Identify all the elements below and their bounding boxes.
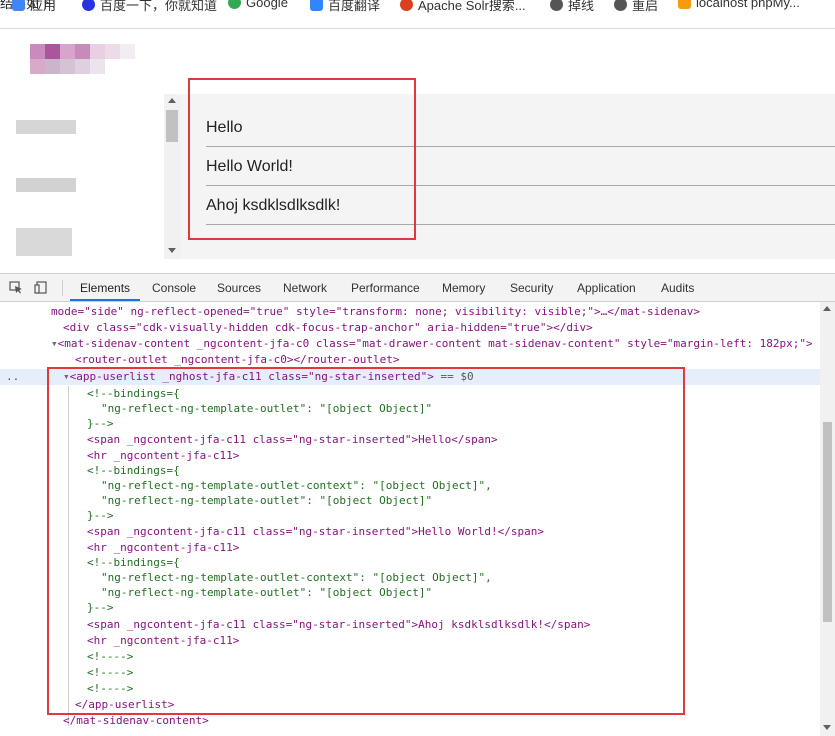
scroll-thumb[interactable]	[166, 110, 178, 142]
apps-icon	[12, 0, 25, 11]
globe-icon	[614, 0, 627, 11]
google-icon	[228, 0, 241, 9]
bookmark-baidu-translate[interactable]: 百度翻译	[310, 0, 380, 14]
bookmark-solr[interactable]: Apache Solr搜索...	[400, 0, 526, 14]
sidebar-item-blurred[interactable]	[16, 178, 76, 192]
devtools-tabbar: Elements Console Sources Network Perform…	[0, 274, 835, 302]
tab-elements[interactable]: Elements	[80, 281, 130, 295]
content-scrollbar[interactable]	[164, 94, 181, 259]
active-tab-indicator	[70, 299, 140, 301]
elements-scrollbar[interactable]	[820, 302, 835, 736]
scroll-down-icon[interactable]	[168, 248, 176, 253]
bookmark-baidu[interactable]: 百度一下，你就知道	[82, 0, 217, 14]
app-logo	[30, 44, 136, 76]
globe-icon	[550, 0, 563, 11]
dom-node-line[interactable]: <router-outlet _ngcontent-jfa-c0></route…	[75, 352, 400, 367]
highlight-box-view	[188, 78, 416, 240]
selected-row-marker: ..	[6, 370, 20, 383]
dom-node-line[interactable]: </mat-sidenav-content>	[63, 713, 209, 728]
solr-icon	[400, 0, 413, 11]
tab-audits[interactable]: Audits	[661, 281, 694, 295]
dom-node-line[interactable]: <div class="cdk-visually-hidden cdk-focu…	[63, 320, 593, 335]
baidu-icon	[82, 0, 95, 11]
tab-application[interactable]: Application	[577, 281, 636, 295]
sidebar-item-blurred[interactable]	[16, 228, 72, 256]
highlight-box-dom	[47, 367, 685, 715]
tab-performance[interactable]: Performance	[351, 281, 420, 295]
bookmarks-bar: 结果如下: 应用 百度一下，你就知道 Google 百度翻译 Apache So…	[0, 0, 835, 22]
sidebar-item-blurred[interactable]	[16, 120, 76, 134]
divider	[0, 28, 835, 29]
tab-console[interactable]: Console	[152, 281, 196, 295]
scroll-up-icon[interactable]	[168, 98, 176, 103]
tab-separator	[62, 280, 63, 296]
scroll-down-icon[interactable]	[823, 725, 831, 730]
scroll-thumb[interactable]	[823, 422, 832, 622]
dom-node-line[interactable]: mode="side" ng-reflect-opened="true" sty…	[51, 304, 700, 319]
inspect-element-icon[interactable]	[9, 281, 23, 294]
tab-security[interactable]: Security	[510, 281, 553, 295]
baidu-translate-icon	[310, 0, 323, 11]
scroll-up-icon[interactable]	[823, 306, 831, 311]
bookmark-phpmyadmin[interactable]: localhost phpMy...	[678, 0, 800, 10]
bookmark-google[interactable]: Google	[228, 0, 288, 10]
expand-arrow-icon[interactable]: ▾	[51, 337, 58, 350]
tab-network[interactable]: Network	[283, 281, 327, 295]
phpmyadmin-icon	[678, 0, 691, 9]
bookmark-apps[interactable]: 应用	[12, 0, 56, 14]
bookmark-diaoxian[interactable]: 掉线	[550, 0, 594, 14]
dom-node-line[interactable]: ▾<mat-sidenav-content _ngcontent-jfa-c0 …	[51, 336, 813, 351]
bookmark-chongqi[interactable]: 重启	[614, 0, 658, 14]
device-toolbar-icon[interactable]	[34, 281, 48, 294]
tab-memory[interactable]: Memory	[442, 281, 485, 295]
tab-sources[interactable]: Sources	[217, 281, 261, 295]
